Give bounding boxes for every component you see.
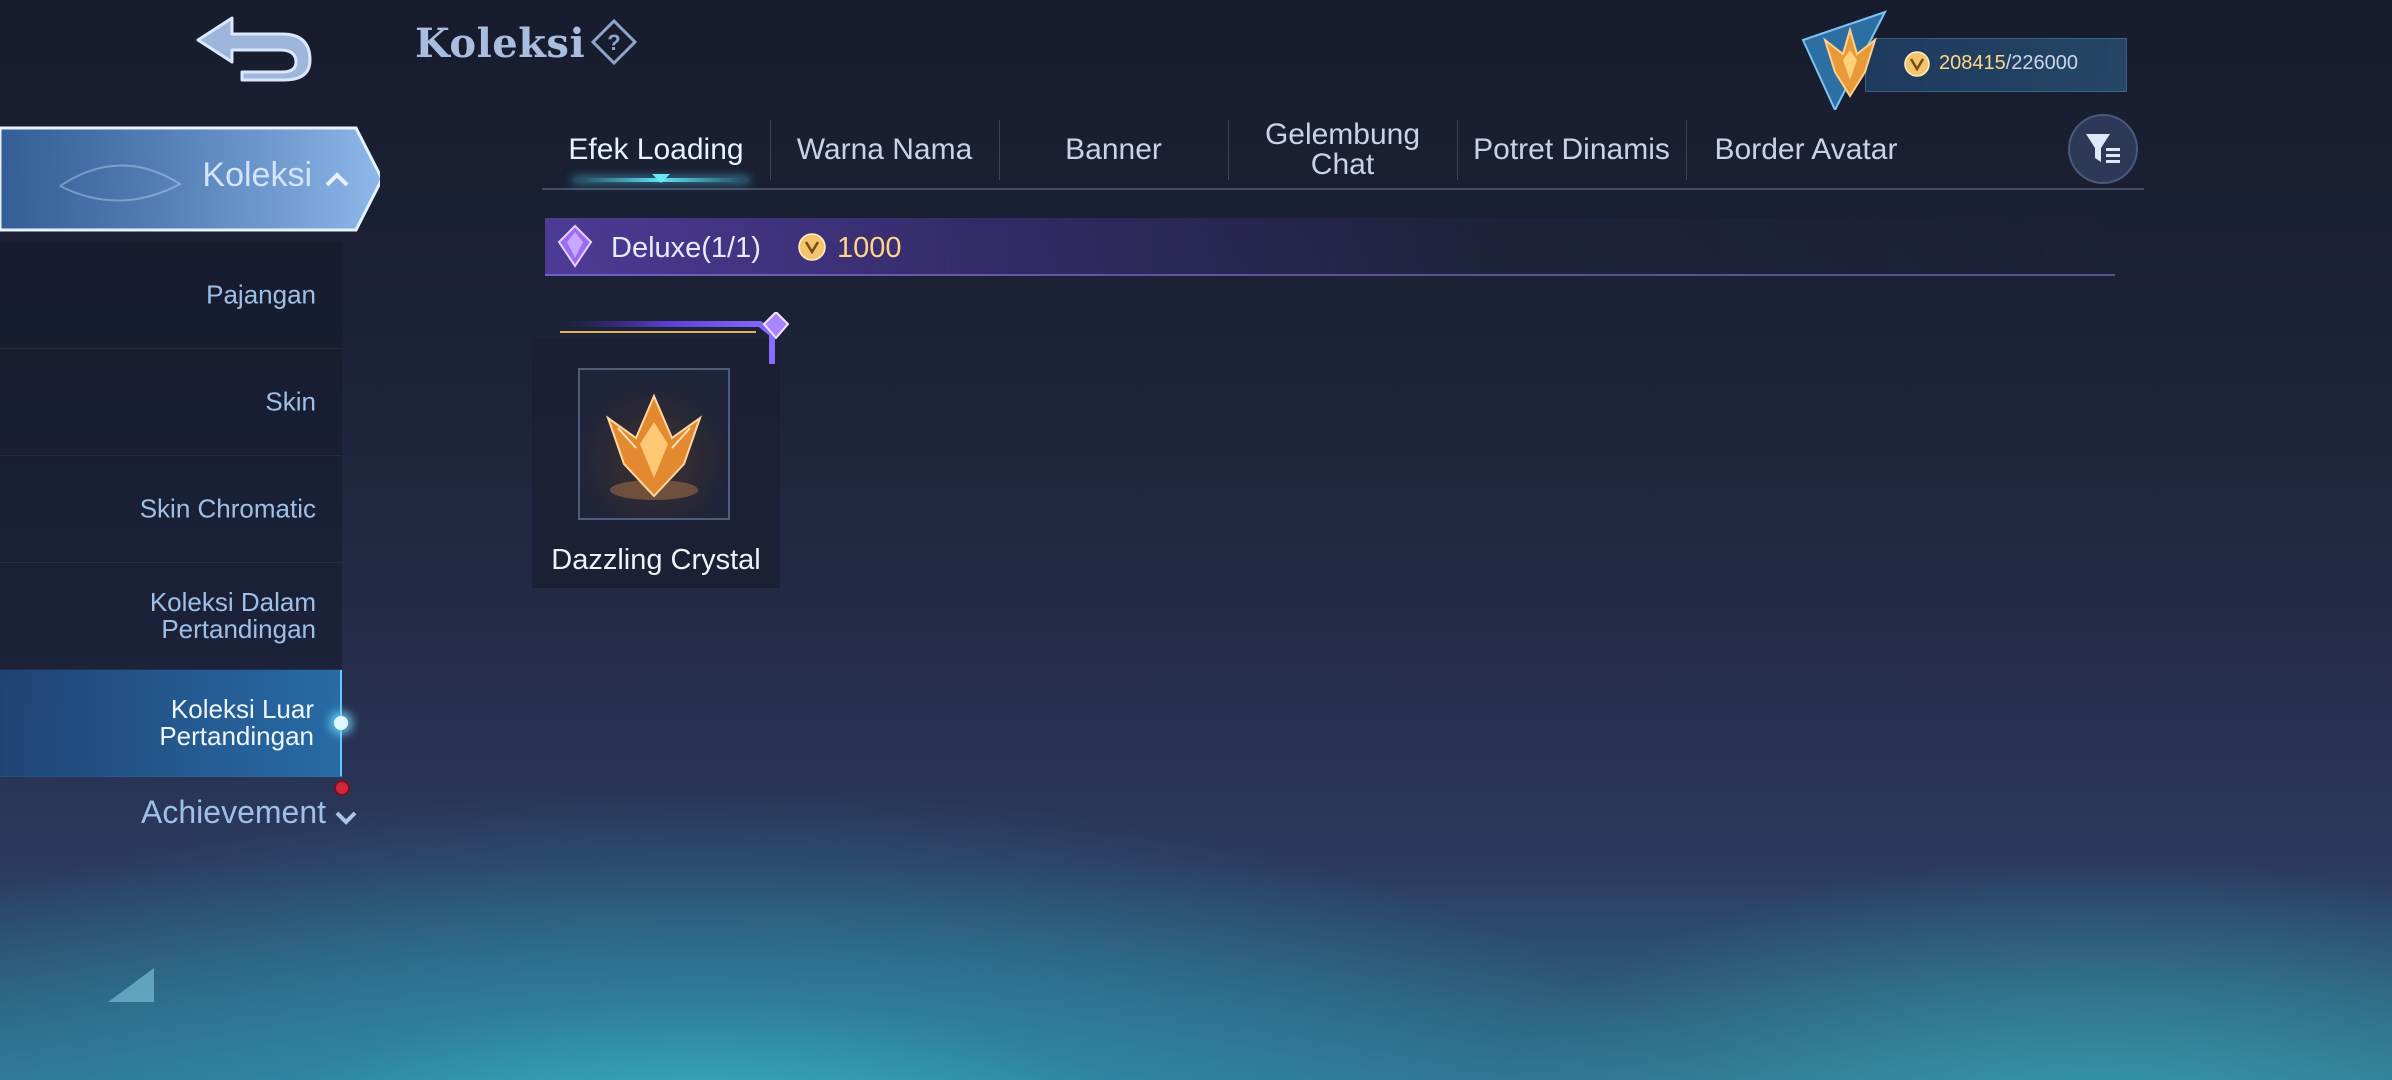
tab-banner[interactable]: Banner	[999, 120, 1229, 180]
currency-max: /226000	[2005, 52, 2079, 74]
achievement-label: Achievement	[141, 794, 326, 830]
section-label: Deluxe(1/1)	[611, 232, 761, 264]
chevron-down-icon	[335, 811, 357, 825]
sidebar-item-skin[interactable]: Skin	[0, 349, 342, 456]
page-title: Koleksi	[415, 20, 586, 67]
filter-icon	[2086, 134, 2120, 163]
rank-emblem-icon	[1801, 10, 1888, 110]
tab-label: Potret Dinamis	[1473, 133, 1670, 166]
sidebar-item-label: Koleksi Luar Pertandingan	[159, 694, 314, 751]
currency-current: 208415	[1939, 52, 2006, 74]
help-button[interactable]: ?	[590, 18, 638, 66]
svg-text:?: ?	[607, 30, 620, 55]
dazzling-crystal-emblem-icon	[606, 393, 702, 500]
deluxe-gem-icon	[557, 224, 593, 268]
tab-label: Warna Nama	[796, 133, 973, 166]
section-price: 1000	[837, 232, 902, 264]
item-card[interactable]: Dazzling Crystal	[532, 338, 780, 588]
sidebar-item-koleksi[interactable]: Koleksi	[0, 126, 380, 232]
tab-border-avatar[interactable]: Border Avatar	[1686, 120, 1926, 180]
tab-warna-nama[interactable]: Warna Nama	[770, 120, 1000, 180]
sidebar-item-label: Pajangan	[206, 279, 316, 310]
sidebar-item-koleksi-luar-pertandingan[interactable]: Koleksi Luar Pertandingan	[0, 670, 348, 777]
coin-icon	[798, 233, 826, 261]
item-name: Dazzling Crystal	[551, 544, 761, 576]
back-arrow-icon	[196, 16, 312, 82]
back-button[interactable]	[188, 12, 318, 82]
question-icon: ?	[590, 18, 638, 66]
top-bar: Koleksi ? 208415/226000	[0, 0, 2392, 110]
sidebar-item-label: Koleksi Dalam Pertandingan	[149, 587, 316, 644]
sidebar-item-achievement[interactable]: Achievement	[0, 780, 360, 850]
tab-potret-dinamis[interactable]: Potret Dinamis	[1457, 120, 1687, 180]
tab-label: Border Avatar	[1714, 133, 1898, 166]
tab-efek-loading[interactable]: Efek Loading	[542, 120, 771, 180]
currency-display: 208415/226000	[1795, 10, 2127, 110]
deluxe-section-header: Deluxe(1/1) 1000	[545, 218, 2115, 276]
sidebar-item-pajangan[interactable]: Pajangan	[0, 242, 342, 349]
sidebar: Koleksi Pajangan Skin Skin Chromatic Kol…	[0, 120, 380, 840]
chevron-up-icon	[325, 172, 349, 187]
sidebar-item-label: Skin Chromatic	[139, 493, 316, 524]
tab-label: Gelembung Chat	[1264, 118, 1421, 181]
sidebar-list: Pajangan Skin Skin Chromatic Koleksi Dal…	[0, 242, 348, 777]
corner-arrow-icon	[108, 968, 154, 1002]
sidebar-item-skin-chromatic[interactable]: Skin Chromatic	[0, 456, 342, 563]
category-tabs: Efek Loading Warna Nama Banner Gelembung…	[542, 112, 2144, 190]
sidebar-item-koleksi-dalam-pertandingan[interactable]: Koleksi Dalam Pertandingan	[0, 563, 342, 670]
coin-icon	[1904, 51, 1930, 77]
tab-gelembung-chat[interactable]: Gelembung Chat	[1228, 120, 1458, 180]
notification-badge	[334, 780, 350, 796]
tab-label: Efek Loading	[568, 133, 744, 166]
sidebar-section-label: Koleksi	[202, 156, 312, 194]
selected-indicator	[334, 716, 348, 730]
tab-label: Banner	[1065, 133, 1162, 166]
active-tab-shape	[0, 126, 380, 232]
sidebar-item-label: Skin	[265, 386, 316, 417]
filter-button[interactable]	[2068, 114, 2138, 184]
active-tab-caret-icon	[652, 174, 670, 183]
deluxe-ribbon	[560, 312, 790, 364]
currency-amount: 208415/226000	[1939, 52, 2078, 75]
item-thumbnail	[578, 368, 730, 520]
